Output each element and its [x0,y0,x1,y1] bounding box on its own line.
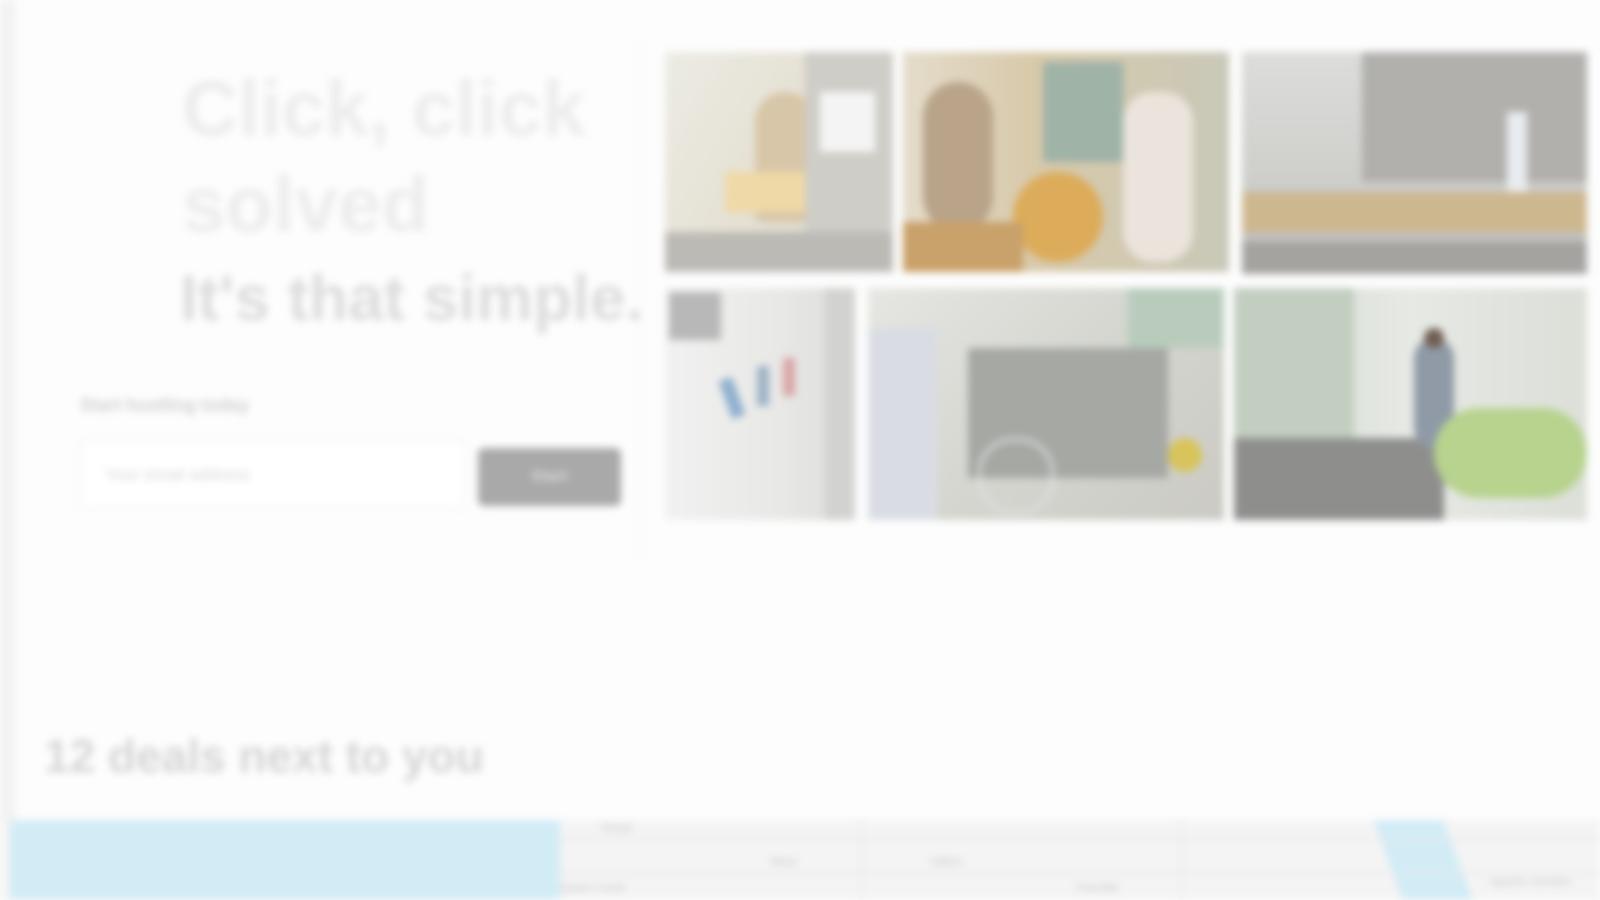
hero-subtitle: It's that simple. [180,262,644,334]
map-water-area [1373,820,1473,900]
map-label: Gilbert [930,856,963,868]
map-road [560,872,1600,874]
deals-map[interactable]: Tempe Mesa Gilbert Chandler Queen Creek … [0,820,1600,900]
photo-person-reading [665,52,893,272]
left-edge-bar [0,0,15,900]
map-label: Tempe [600,822,634,834]
map-label: Queen Creek [560,882,626,894]
hero-title: Click, click solved [182,64,586,248]
signup-label: Start hustling today [80,395,250,415]
map-water-area [10,820,560,900]
start-button[interactable]: Start [478,448,621,506]
map-label: Chandler [1075,882,1120,894]
map-road [560,838,1600,840]
photo-greenhouse-worker [1234,288,1587,520]
photo-bright-interior [665,288,855,520]
photo-city-street [1242,52,1587,274]
deals-heading: 12 deals next to you [44,730,484,782]
map-road [860,820,862,900]
email-field[interactable] [80,442,465,508]
page: Click, click solved It's that simple. St… [0,0,1600,900]
map-road [1180,820,1182,900]
photo-market-stall [868,288,1224,520]
map-label: Mesa [770,856,797,868]
map-label: Apache Junction [1490,876,1572,888]
hero-divider [640,40,641,560]
blurred-backdrop: Click, click solved It's that simple. St… [0,0,1600,900]
photo-market-crowd [903,52,1229,272]
